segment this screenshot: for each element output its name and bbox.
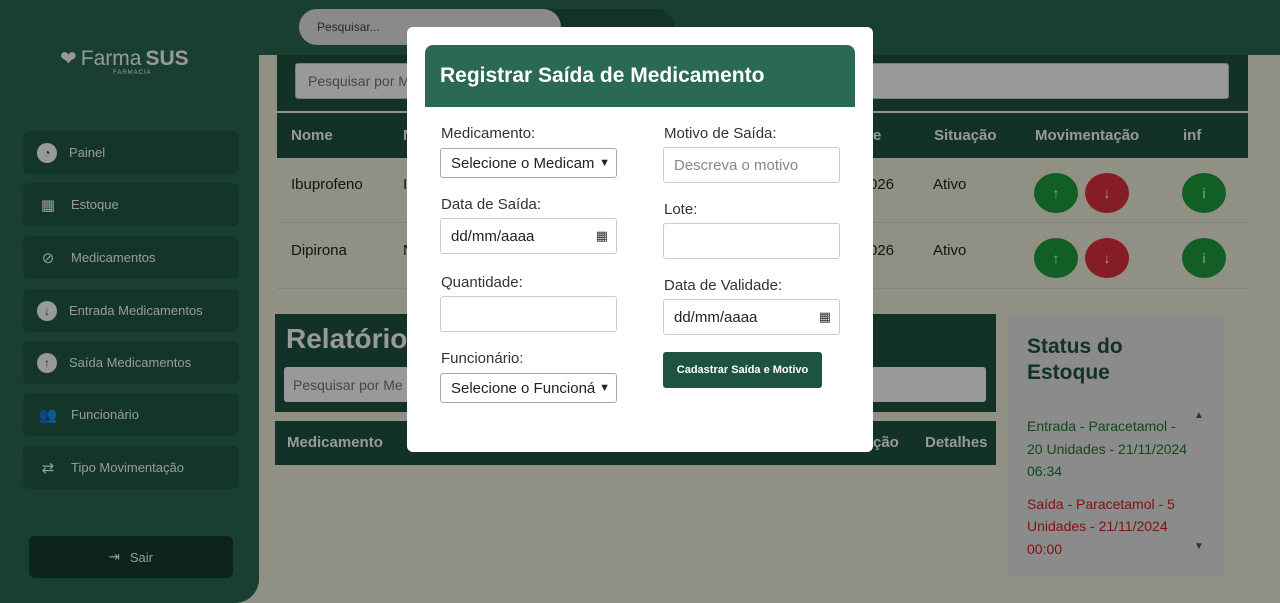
exit-date-value: dd/mm/aaaa	[451, 227, 535, 245]
calendar-icon[interactable]: ▦	[596, 228, 608, 244]
expiry-date-value: dd/mm/aaaa	[674, 308, 758, 326]
batch-field[interactable]	[663, 223, 840, 259]
exit-date-label: Data de Saída:	[441, 196, 542, 213]
submit-exit-button[interactable]: Cadastrar Saída e Motivo	[663, 352, 822, 388]
employee-label: Funcionário:	[441, 350, 524, 367]
exit-date-field[interactable]: dd/mm/aaaa ▦	[440, 218, 617, 254]
chevron-down-icon: ▼	[599, 382, 610, 394]
chevron-down-icon: ▼	[599, 157, 610, 169]
reason-field[interactable]: Descreva o motivo	[663, 147, 840, 183]
batch-label: Lote:	[664, 201, 698, 218]
expiry-date-field[interactable]: dd/mm/aaaa ▦	[663, 299, 840, 335]
calendar-icon[interactable]: ▦	[819, 309, 831, 325]
modal-title: Registrar Saída de Medicamento	[425, 45, 855, 107]
reason-label: Motivo de Saída:	[664, 125, 777, 142]
medication-select-value: Selecione o Medicam	[451, 154, 595, 172]
quantity-label: Quantidade:	[441, 274, 523, 291]
employee-select-value: Selecione o Funcioná	[451, 379, 596, 397]
expiry-label: Data de Validade:	[664, 277, 783, 294]
employee-select[interactable]: Selecione o Funcioná ▼	[440, 373, 617, 403]
quantity-field[interactable]	[440, 296, 617, 332]
medication-label: Medicamento:	[441, 125, 536, 142]
reason-placeholder: Descreva o motivo	[674, 156, 799, 174]
medication-select[interactable]: Selecione o Medicam ▼	[440, 148, 617, 178]
